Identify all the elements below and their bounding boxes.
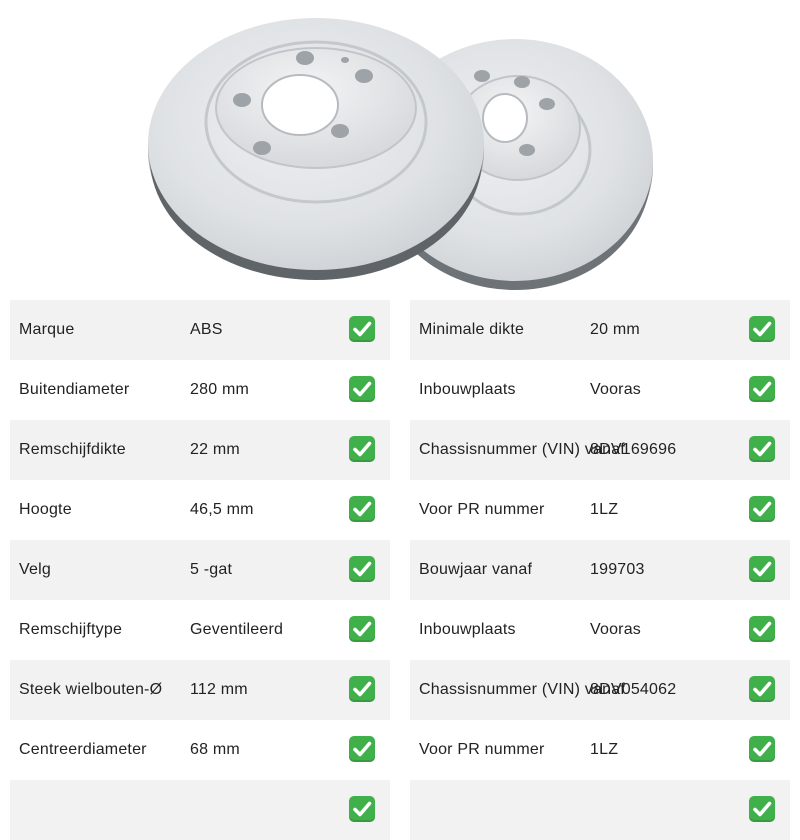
brake-disc-front (148, 18, 484, 280)
spec-label: Minimale dikte (419, 321, 525, 338)
spec-label: Buitendiameter (19, 381, 130, 398)
check-icon (749, 556, 775, 582)
spec-value: 8DV054062 (590, 681, 677, 698)
spec-value: 22 mm (190, 441, 240, 458)
check-icon (749, 616, 775, 642)
spec-label: Remschijfdikte (19, 441, 126, 458)
product-image (148, 18, 653, 290)
spec-row: Inbouwplaats Vooras (410, 600, 790, 660)
spec-row: Velg 5 -gat (10, 540, 390, 600)
spec-row: Steek wielbouten-Ø 112 mm (10, 660, 390, 720)
spec-label: Marque (19, 321, 75, 338)
spec-value: 112 mm (190, 681, 248, 698)
check-icon (349, 376, 375, 402)
spec-value: 20 mm (590, 321, 640, 338)
spec-value: Vooras (590, 381, 642, 398)
spec-label: Bouwjaar vanaf (419, 561, 533, 578)
spec-table-left: Marque ABS Buitendiameter 280 mm Remschijfdi… (10, 300, 390, 840)
spec-value: 280 mm (190, 381, 249, 398)
spec-value: 1LZ (590, 741, 619, 758)
spec-row: Buitendiameter 280 mm (10, 360, 390, 420)
check-icon (749, 496, 775, 522)
spec-label: Inbouwplaats (419, 381, 516, 398)
spec-label: Centreerdiameter (19, 741, 147, 758)
spec-value: 46,5 mm (190, 501, 254, 518)
spec-row: Voor PR nummer 1LZ (410, 720, 790, 780)
check-icon (349, 676, 375, 702)
spec-label: Voor PR nummer (419, 741, 545, 758)
spec-row: Remschijftype Geventileerd (10, 600, 390, 660)
spec-value: 1LZ (590, 501, 619, 518)
spec-row (410, 780, 790, 840)
spec-label: Hoogte (19, 501, 72, 518)
spec-value: 8DV169696 (590, 441, 677, 458)
spec-row (10, 780, 390, 840)
spec-label: Inbouwplaats (419, 621, 516, 638)
check-icon (349, 436, 375, 462)
check-icon (349, 736, 375, 762)
spec-value: 5 -gat (190, 561, 233, 578)
spec-row: Voor PR nummer 1LZ (410, 480, 790, 540)
spec-label: Voor PR nummer (419, 501, 545, 518)
check-icon (749, 376, 775, 402)
spec-row: Bouwjaar vanaf 199703 (410, 540, 790, 600)
spec-row: Minimale dikte 20 mm (410, 300, 790, 360)
spec-value: 68 mm (190, 741, 240, 758)
spec-row: Centreerdiameter 68 mm (10, 720, 390, 780)
check-icon (349, 316, 375, 342)
spec-row: Hoogte 46,5 mm (10, 480, 390, 540)
spec-value: 199703 (590, 561, 645, 578)
spec-row: Inbouwplaats Vooras (410, 360, 790, 420)
spec-row: Chassisnummer (VIN) vanaf 8DV054062 (410, 660, 790, 720)
check-icon (349, 616, 375, 642)
check-icon (349, 496, 375, 522)
spec-label: Remschijftype (19, 621, 123, 638)
spec-label: Velg (19, 561, 51, 578)
spec-table-right: Minimale dikte 20 mm Inbouwplaats Vooras Cha… (410, 300, 790, 840)
check-icon (749, 676, 775, 702)
spec-label: Steek wielbouten-Ø (19, 681, 163, 698)
spec-value: Geventileerd (190, 621, 284, 638)
check-icon (349, 556, 375, 582)
check-icon (749, 736, 775, 762)
spec-value: Vooras (590, 621, 642, 638)
spec-row: Remschijfdikte 22 mm (10, 420, 390, 480)
spec-row: Chassisnummer (VIN) vanaf 8DV169696 (410, 420, 790, 480)
check-icon (749, 436, 775, 462)
check-icon (749, 316, 775, 342)
spec-value: ABS (190, 321, 223, 338)
spec-row: Marque ABS (10, 300, 390, 360)
